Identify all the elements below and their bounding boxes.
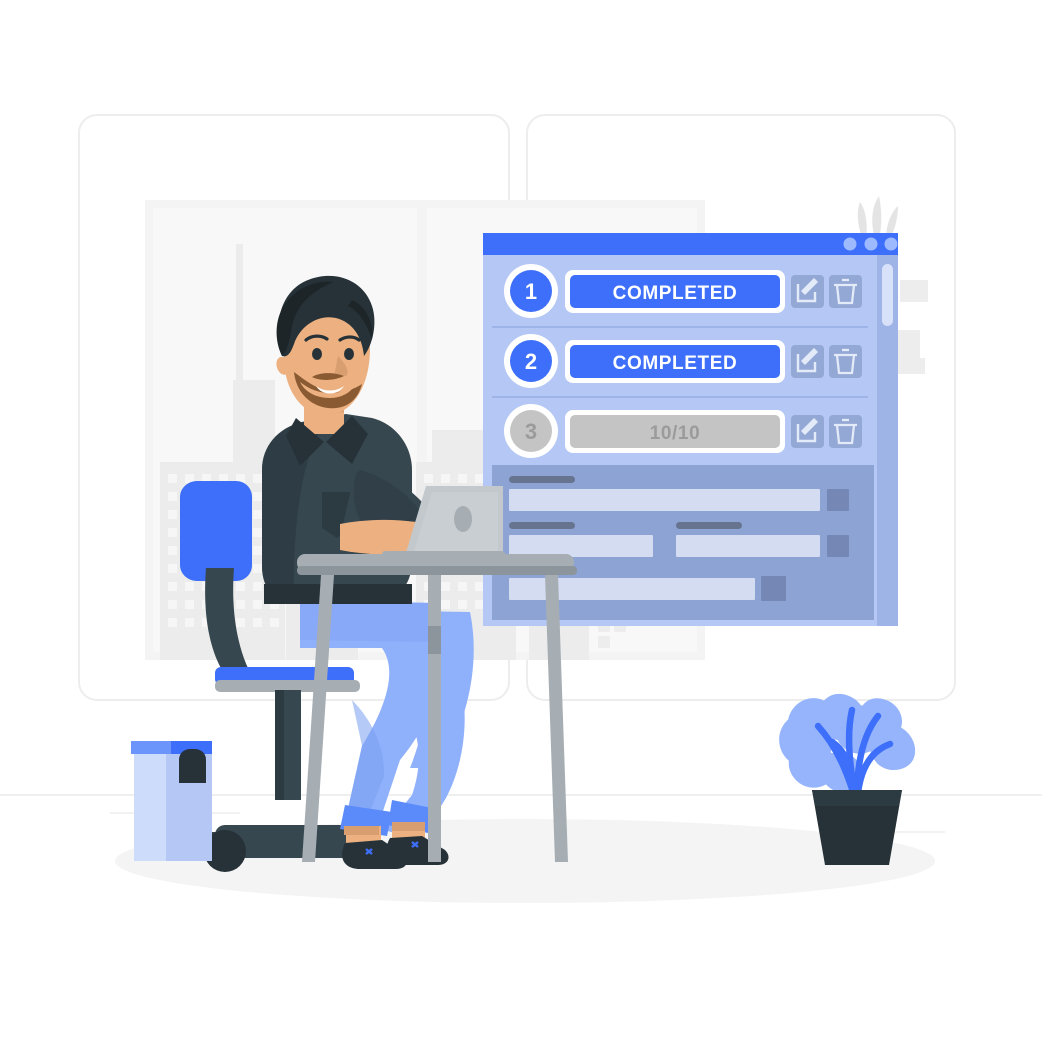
eye-right <box>344 348 354 360</box>
titlebar-dot-2[interactable] <box>864 237 878 251</box>
scrollbar-thumb[interactable] <box>882 264 893 326</box>
trash-bin <box>131 741 212 861</box>
edit-task-button[interactable] <box>791 275 824 308</box>
task-number-label: 3 <box>525 419 537 444</box>
status-label: COMPLETED <box>613 283 738 304</box>
task-number-label: 2 <box>525 349 537 374</box>
titlebar-dot-3[interactable] <box>884 237 898 251</box>
form-field-label <box>676 522 742 529</box>
titlebar-dot-1[interactable] <box>843 237 857 251</box>
edit-task-button[interactable] <box>791 345 824 378</box>
illustration-scene: 1 COMPLETED 2 COMPLETED 3 10/10 <box>0 0 1042 1042</box>
delete-task-button[interactable] <box>829 275 862 308</box>
laptop-logo <box>454 506 472 532</box>
desk-leg-mid <box>428 575 441 862</box>
delete-task-button[interactable] <box>829 415 862 448</box>
form-submit-square[interactable] <box>827 535 849 557</box>
form-field-label <box>509 522 575 529</box>
form-submit-square[interactable] <box>761 576 786 601</box>
app-window-scrollbar[interactable] <box>877 255 898 626</box>
bin-label <box>179 749 206 783</box>
form-input-wide[interactable] <box>509 489 820 511</box>
form-input-half[interactable] <box>676 535 820 557</box>
form-field-label <box>509 476 575 483</box>
form-input-half[interactable] <box>509 535 653 557</box>
desk-top-edge <box>297 566 577 575</box>
edit-task-button[interactable] <box>791 415 824 448</box>
form-submit-square[interactable] <box>827 489 849 511</box>
status-label: COMPLETED <box>613 353 738 374</box>
bin-body-light <box>134 741 166 861</box>
delete-task-button[interactable] <box>829 345 862 378</box>
status-label: 10/10 <box>650 423 701 444</box>
task-number-label: 1 <box>525 279 537 304</box>
eye-left <box>312 348 322 360</box>
app-window-titlebar <box>483 233 898 255</box>
